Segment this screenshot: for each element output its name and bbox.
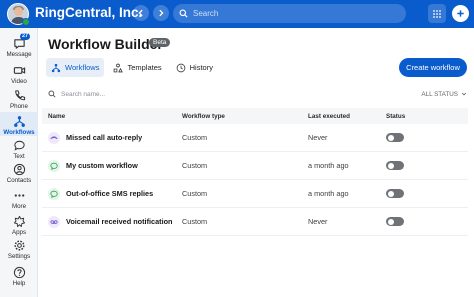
sidebar-item-text[interactable]: Text (0, 138, 38, 160)
last-executed: Never (308, 217, 328, 226)
sidebar-item-label: Video (11, 78, 27, 85)
header-name[interactable]: Name (42, 113, 182, 120)
sidebar-item-contacts[interactable]: Contacts (0, 162, 38, 184)
sidebar-item-label: Workflows (3, 129, 35, 136)
top-bar: RingCentral, Inc. Search (0, 0, 474, 28)
tab-workflows[interactable]: Workflows (46, 58, 105, 77)
tab-label: Workflows (65, 63, 100, 72)
sidebar: 27 Message Video Phone Workflows Text Co… (0, 28, 38, 297)
sms-icon (48, 187, 60, 200)
sidebar-item-label: Settings (7, 253, 31, 260)
sidebar-item-label: Apps (11, 229, 27, 236)
sidebar-item-phone[interactable]: Phone (0, 88, 38, 110)
last-executed: a month ago (308, 161, 349, 170)
missed-call-icon (48, 131, 60, 144)
tab-bar: Workflows Templates History (46, 58, 222, 77)
sidebar-item-label: Phone (10, 103, 28, 110)
sidebar-item-label: Contacts (6, 177, 32, 184)
sidebar-item-message[interactable]: 27 Message (0, 33, 38, 60)
workflow-name[interactable]: My custom workflow (66, 161, 138, 170)
apps-icon (12, 214, 26, 228)
workflow-icon (51, 63, 61, 72)
dialpad-button[interactable] (428, 4, 446, 23)
sidebar-item-more[interactable]: More (0, 188, 38, 210)
header-status: Status (386, 112, 406, 120)
workflow-table: Name Workflow type Last executed Status … (42, 108, 468, 236)
last-executed: a month ago (308, 189, 349, 198)
workflow-type: Custom (182, 161, 208, 170)
workflow-name[interactable]: Out-of-office SMS replies (66, 189, 153, 198)
tab-label: Templates (127, 63, 162, 72)
message-badge: 27 (20, 33, 31, 40)
templates-icon (114, 63, 124, 72)
sidebar-item-help[interactable]: Help (0, 265, 38, 287)
workflow-name[interactable]: Missed call auto-reply (66, 133, 142, 142)
sidebar-item-label: Text (13, 153, 25, 160)
forward-icon (159, 9, 164, 17)
status-filter-dropdown[interactable]: ALL STATUS (421, 91, 467, 98)
settings-icon (12, 238, 26, 252)
tab-history[interactable]: History (171, 58, 218, 77)
company-name: RingCentral, Inc. (35, 5, 143, 20)
table-row[interactable]: Missed call auto-reply Custom Never (42, 124, 468, 152)
text-icon (12, 138, 26, 152)
global-search-input[interactable]: Search (173, 4, 406, 23)
status-toggle[interactable] (386, 189, 404, 198)
plus-icon (457, 10, 464, 17)
status-toggle[interactable] (386, 217, 404, 226)
sms-icon (48, 159, 60, 172)
more-icon (12, 188, 26, 202)
sidebar-item-apps[interactable]: Apps (0, 214, 38, 236)
tab-templates[interactable]: Templates (108, 58, 166, 77)
dialpad-icon (433, 9, 441, 18)
phone-icon (12, 88, 26, 102)
header-workflow-type: Workflow type (182, 112, 225, 120)
header-last-executed: Last executed (308, 112, 350, 120)
message-icon: 27 (12, 33, 31, 50)
status-toggle[interactable] (386, 161, 404, 170)
table-row[interactable]: My custom workflow Custom a month ago (42, 152, 468, 180)
last-executed: Never (308, 133, 328, 142)
voicemail-icon (48, 215, 60, 228)
search-icon (48, 90, 56, 98)
page-title: Workflow Builder (48, 36, 163, 52)
create-workflow-button[interactable]: Create workflow (399, 58, 467, 77)
contacts-icon (12, 162, 26, 176)
video-icon (12, 63, 26, 77)
table-row[interactable]: Out-of-office SMS replies Custom a month… (42, 180, 468, 208)
sidebar-item-settings[interactable]: Settings (0, 238, 38, 260)
chevron-down-icon (461, 92, 467, 96)
workflow-name[interactable]: Voicemail received notification (66, 217, 173, 226)
workflow-type: Custom (182, 189, 208, 198)
forward-button[interactable] (153, 5, 169, 21)
sidebar-item-video[interactable]: Video (0, 63, 38, 85)
sidebar-item-label: More (11, 203, 27, 210)
table-row[interactable]: Voicemail received notification Custom N… (42, 208, 468, 236)
history-icon (176, 63, 185, 72)
new-action-button[interactable] (452, 5, 469, 22)
workflow-type: Custom (182, 217, 208, 226)
search-name-input[interactable]: Search name... (61, 91, 105, 98)
help-icon (12, 265, 26, 279)
sidebar-item-label: Help (12, 280, 26, 287)
workflow-search: Search name... ALL STATUS (48, 88, 467, 100)
beta-badge: Beta (149, 38, 171, 47)
workflow-type: Custom (182, 133, 208, 142)
sidebar-item-workflows[interactable]: Workflows (0, 112, 38, 136)
main-content: Workflow Builder Beta Workflows Template… (38, 28, 474, 297)
workflow-icon (12, 114, 26, 128)
search-icon (179, 9, 188, 18)
sidebar-item-label: Message (6, 51, 32, 58)
presence-indicator (22, 18, 30, 26)
status-toggle[interactable] (386, 133, 404, 142)
back-icon (138, 9, 143, 17)
back-button[interactable] (133, 5, 149, 21)
global-search-placeholder: Search (193, 9, 219, 18)
tab-label: History (189, 63, 213, 72)
status-filter-label: ALL STATUS (421, 90, 458, 98)
table-header: Name Workflow type Last executed Status (42, 108, 468, 124)
